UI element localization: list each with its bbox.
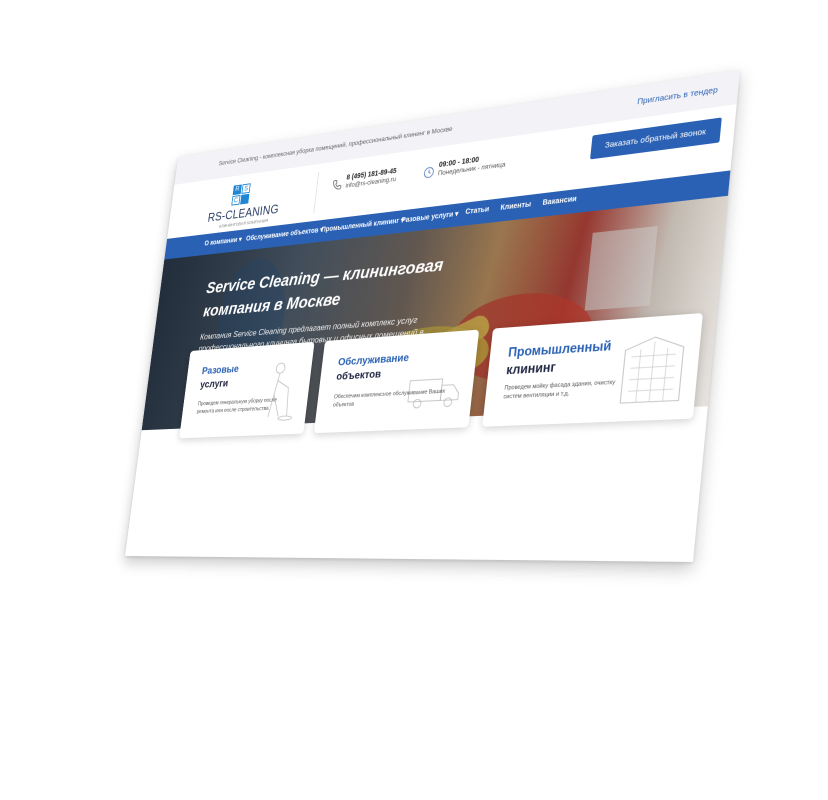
card-title-line1: Промышленный	[507, 337, 613, 361]
nav-item-one-time-services[interactable]: Разовые услуги ▾	[401, 210, 459, 225]
working-hours: 09:00 - 18:00 Понедельник - пятница	[438, 153, 507, 177]
nav-item-articles[interactable]: Статьи	[465, 206, 490, 216]
cleaner-sketch-icon	[245, 357, 304, 424]
logo-tile: S	[241, 183, 251, 194]
service-card-object-maintenance[interactable]: Обслуживание объектов Обеспечим комплекс…	[313, 329, 480, 434]
nav-item-industrial-cleaning[interactable]: Промышленный клининг ▾	[321, 216, 405, 234]
invite-to-tender-link[interactable]: Пригласить в тендер	[637, 84, 719, 106]
website-page: Service Cleaning - комплексная уборка по…	[124, 69, 740, 562]
screenshot-stage: Service Cleaning - комплексная уборка по…	[0, 0, 828, 800]
clock-icon	[423, 166, 436, 180]
card-title-line2: объектов	[335, 367, 382, 383]
card-title-line2: услуги	[199, 377, 229, 391]
card-title-line2: клининг	[505, 359, 557, 378]
contact-phone-email: 8 (495) 181-89-45 info@rs-cleaning.ru	[345, 168, 397, 190]
nav-item-clients[interactable]: Клиенты	[500, 201, 531, 212]
logo-tile	[240, 193, 250, 205]
order-callback-button[interactable]: Заказать обратный звонок	[590, 117, 722, 160]
card-title-line1: Разовые	[201, 362, 240, 378]
nav-item-vacancies[interactable]: Вакансии	[542, 196, 577, 208]
truck-sketch-icon	[402, 345, 467, 417]
header-divider	[313, 171, 320, 214]
service-card-one-time[interactable]: Разовые услуги Проведем генеральную убор…	[179, 341, 315, 439]
service-card-industrial-cleaning[interactable]: Промышленный клининг Проведем мойку фаса…	[482, 312, 703, 427]
card-title-line1: Обслуживание	[337, 351, 410, 369]
nav-item-about[interactable]: О компании ▾	[204, 235, 242, 247]
site-tagline: Service Cleaning - комплексная уборка по…	[218, 125, 453, 168]
nav-item-object-service[interactable]: Обслуживание объектов ▾	[246, 226, 324, 243]
phone-icon	[331, 178, 343, 191]
building-sketch-icon	[615, 330, 690, 408]
card-description: Проведем мойку фасада здания, очистку си…	[503, 379, 616, 401]
logo-mark: R S C	[231, 183, 251, 206]
